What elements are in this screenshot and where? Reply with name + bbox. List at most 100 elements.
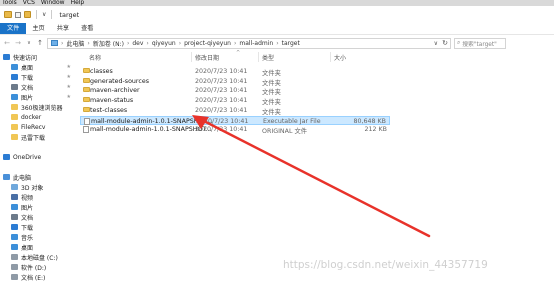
cloud-icon xyxy=(3,154,10,160)
new-folder-icon[interactable] xyxy=(24,11,31,18)
nav-item[interactable]: FileRecv xyxy=(0,122,74,132)
file-date: 2020/7/23 10:41 xyxy=(195,87,248,95)
nav-item[interactable]: 下载 ★ xyxy=(0,72,74,82)
breadcrumb-mall-admin[interactable]: mall-admin xyxy=(239,40,273,47)
nav-item[interactable]: OneDrive xyxy=(0,152,74,162)
chevron-right-icon[interactable]: › xyxy=(234,40,236,47)
chevron-right-icon[interactable]: › xyxy=(61,40,63,47)
folder-icon xyxy=(11,104,18,110)
column-divider[interactable] xyxy=(330,52,331,62)
window-title: target xyxy=(59,10,80,19)
forward-arrow-icon[interactable]: → xyxy=(14,39,22,47)
file-row[interactable]: classes 2020/7/23 10:41 文件夹 xyxy=(80,67,390,77)
column-divider[interactable] xyxy=(191,52,192,62)
breadcrumb-this-pc[interactable]: 此电脑 xyxy=(66,39,84,48)
desktop-icon xyxy=(11,64,18,70)
file-row[interactable]: maven-archiver 2020/7/23 10:41 文件夹 xyxy=(80,86,390,96)
cube-icon xyxy=(11,184,18,190)
nav-item[interactable]: 桌面 ★ xyxy=(0,62,74,72)
nav-item[interactable]: 迅雷下载 xyxy=(0,132,74,142)
nav-item[interactable]: 文档 ★ xyxy=(0,82,74,92)
file-type: 文件夹 xyxy=(262,79,281,87)
file-type: 文件夹 xyxy=(262,99,281,107)
file-size: 80,648 KB xyxy=(353,117,386,125)
nav-item-label: 文档 (E:) xyxy=(21,274,46,282)
file-row[interactable]: test-classes 2020/7/23 10:41 文件夹 xyxy=(80,106,390,116)
chevron-right-icon[interactable]: › xyxy=(179,40,181,47)
file-row[interactable]: mall-module-admin-1.0.1-SNAPSHOT... 2020/… xyxy=(80,115,390,125)
picture-icon xyxy=(11,94,18,100)
nav-item-label: 桌面 xyxy=(21,64,34,72)
back-arrow-icon[interactable]: ← xyxy=(3,39,11,47)
breadcrumb-target[interactable]: target xyxy=(282,40,300,47)
file-size: 212 KB xyxy=(364,126,387,134)
quick-access-dropdown-icon[interactable]: ∨ xyxy=(42,11,46,18)
refresh-icon[interactable]: ↻ xyxy=(442,39,448,47)
file-date: 2020/7/23 10:41 xyxy=(195,77,248,85)
nav-item[interactable]: 360极速浏览器 xyxy=(0,102,74,112)
title-divider xyxy=(51,10,53,19)
chevron-right-icon[interactable]: › xyxy=(87,40,89,47)
nav-item[interactable]: 文档 xyxy=(0,212,74,222)
column-divider[interactable] xyxy=(258,52,259,62)
nav-item[interactable]: 图片 ★ xyxy=(0,92,74,102)
column-date[interactable]: 修改日期 xyxy=(195,53,219,62)
search-placeholder: 搜索"target" xyxy=(462,41,497,48)
title-bar: ∨ target xyxy=(0,6,554,23)
up-arrow-icon[interactable]: ↑ xyxy=(36,39,44,47)
recent-chevron-icon[interactable]: ∨ xyxy=(25,39,33,47)
watermark: https://blog.csdn.net/weixin_44357719 xyxy=(283,259,488,271)
folder-icon xyxy=(83,68,90,73)
nav-item[interactable]: 音乐 xyxy=(0,232,74,242)
column-size[interactable]: 大小 xyxy=(334,53,346,62)
column-headers: ^ 名称 修改日期 类型 大小 xyxy=(76,50,554,62)
file-row[interactable]: maven-status 2020/7/23 10:41 文件夹 xyxy=(80,96,390,107)
music-icon xyxy=(11,234,18,240)
tab-share[interactable]: 共享 xyxy=(51,23,75,34)
tab-home[interactable]: 主页 xyxy=(26,23,50,34)
navigation-bar: ← → ∨ ↑ › 此电脑 › 新加卷 (N:) › dev › qiyeyun… xyxy=(0,36,554,50)
star-icon xyxy=(3,54,10,60)
tab-file[interactable]: 文件 xyxy=(0,23,27,34)
arrow-shaft xyxy=(196,116,431,238)
nav-item[interactable]: 视频 xyxy=(0,192,74,202)
nav-item[interactable]: 图片 xyxy=(0,202,74,212)
folder-icon xyxy=(83,97,90,103)
file-date: 2020/7/23 10:41 xyxy=(196,117,249,125)
nav-item[interactable]: 文档 (E:) xyxy=(0,272,74,282)
nav-item[interactable]: 3D 对象 xyxy=(0,182,74,192)
address-bar[interactable]: › 此电脑 › 新加卷 (N:) › dev › qiyeyun › proje… xyxy=(47,37,451,49)
nav-item[interactable]: 本地磁盘 (C:) xyxy=(0,252,74,262)
file-row[interactable]: generated-sources 2020/7/23 10:41 文件夹 xyxy=(80,77,390,87)
search-box[interactable]: ⌕ 搜索"target" xyxy=(454,37,506,49)
folder-icon xyxy=(11,114,18,120)
file-type: 文件夹 xyxy=(262,70,281,77)
properties-icon[interactable] xyxy=(15,11,21,18)
pin-icon: ★ xyxy=(66,74,71,80)
breadcrumb-project[interactable]: project-qiyeyun xyxy=(184,40,231,47)
nav-item[interactable]: docker xyxy=(0,112,74,122)
breadcrumb-dev[interactable]: dev xyxy=(132,40,143,47)
nav-item[interactable]: 桌面 xyxy=(0,242,74,252)
nav-item[interactable]: 快速访问 xyxy=(0,52,74,62)
nav-item[interactable]: 软件 (D:) xyxy=(0,262,74,272)
address-dropdown-icon[interactable]: ∨ xyxy=(434,40,438,47)
chevron-right-icon[interactable]: › xyxy=(127,40,129,47)
tab-view[interactable]: 查看 xyxy=(75,23,99,34)
breadcrumb-drive[interactable]: 新加卷 (N:) xyxy=(93,39,124,48)
document-icon xyxy=(11,84,18,90)
column-type[interactable]: 类型 xyxy=(262,53,274,62)
chevron-right-icon[interactable]: › xyxy=(146,40,148,47)
drive-icon xyxy=(11,254,18,260)
nav-item-label: 软件 (D:) xyxy=(21,264,47,272)
nav-item[interactable]: 下载 xyxy=(0,222,74,232)
file-row[interactable]: mall-module-admin-1.0.1-SNAPSHOT... 2020/… xyxy=(80,125,390,135)
breadcrumb-qiyeyun[interactable]: qiyeyun xyxy=(152,40,176,47)
column-name[interactable]: 名称 xyxy=(89,53,101,62)
chevron-right-icon[interactable]: › xyxy=(276,40,278,47)
nav-item-label: 360极速浏览器 xyxy=(21,104,63,112)
nav-item[interactable]: 此电脑 xyxy=(0,172,74,182)
nav-item-label: docker xyxy=(21,113,42,121)
nav-item-label: 视频 xyxy=(21,194,34,202)
video-icon xyxy=(11,194,18,200)
